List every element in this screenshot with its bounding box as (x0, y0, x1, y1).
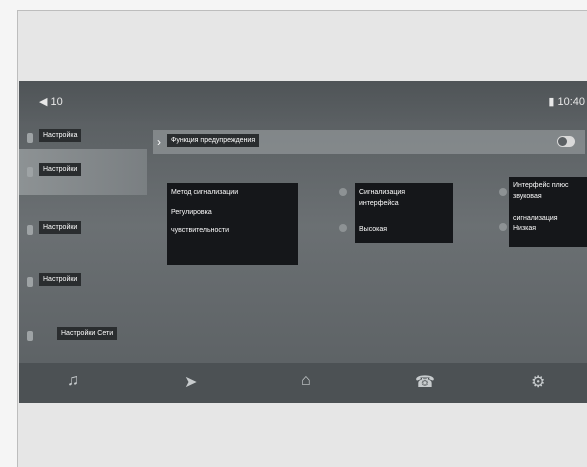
content-panel: › Функция предупреждения Метод сигнализа… (147, 121, 587, 363)
sidebar-item-settings-3[interactable]: Настройки (19, 209, 147, 255)
sidebar: Настройка Настройки Настройки Настройки … (19, 121, 147, 363)
sensitivity-label-line2: чувствительности (171, 227, 230, 234)
warning-function-title: Функция предупреждения (167, 134, 260, 147)
home-icon[interactable]: ⌂ (301, 372, 311, 390)
warning-function-toggle[interactable] (557, 136, 575, 147)
phone-icon[interactable]: ☎ (415, 372, 435, 392)
navigation-arrow-icon[interactable]: ➤ (184, 372, 197, 392)
volume-indicator: ◀ 10 (39, 96, 63, 108)
sidebar-item-label: Настройки Сети (57, 327, 118, 340)
wifi-icon (27, 331, 33, 341)
speaker-icon (27, 277, 33, 287)
option-low-line2[interactable]: Низкая (513, 225, 536, 232)
toggle-knob (558, 137, 567, 146)
radio-high[interactable] (339, 224, 347, 232)
chevron-right-icon: › (157, 135, 161, 149)
sidebar-item-settings-4[interactable]: Настройки (19, 261, 147, 307)
sidebar-item-label: Настройки (39, 221, 82, 234)
bars-icon (27, 133, 33, 143)
music-note-icon[interactable]: ♫ (67, 372, 79, 390)
head-unit-screen: ◀ 10 ▮ 10:40 Настройка Настройки Настрой… (19, 81, 587, 403)
status-bar: ◀ 10 ▮ 10:40 (19, 81, 587, 121)
sidebar-item-network-settings[interactable]: Настройки Сети (19, 315, 147, 361)
radio-low[interactable] (499, 223, 507, 231)
option-interface-signaling-line1[interactable]: Сигнализация (359, 189, 405, 196)
clock: ▮ 10:40 (548, 96, 585, 108)
settings-gear-icon[interactable]: ⚙ (531, 372, 545, 392)
sensitivity-label-line1: Регулировка (171, 209, 212, 216)
car-icon (27, 167, 33, 177)
sidebar-item-label: Настройки (39, 273, 82, 286)
sidebar-item-label: Настройки (39, 163, 82, 176)
option-interface-plus-sound-line2[interactable]: звуковая (513, 193, 542, 200)
sidebar-item-settings-2[interactable]: Настройки (19, 149, 147, 195)
options-block-middle: Сигнализация интерфейса Высокая (355, 183, 453, 243)
option-interface-plus-sound-line1[interactable]: Интерфейс плюс (513, 182, 568, 189)
radio-interface-plus-sound[interactable] (499, 188, 507, 196)
radio-interface-signaling[interactable] (339, 188, 347, 196)
warning-function-row[interactable]: › Функция предупреждения (153, 130, 585, 154)
sidebar-item-label: Настройка (39, 129, 82, 142)
option-high[interactable]: Высокая (359, 226, 387, 233)
bottom-navigation-bar: ♫ ➤ ⌂ ☎ ⚙ (19, 363, 587, 403)
signaling-method-label: Метод сигнализации (171, 189, 239, 196)
display-icon (27, 225, 33, 235)
options-block-right: Интерфейс плюс звуковая сигнализация Низ… (509, 177, 587, 247)
setting-labels-block: Метод сигнализации Регулировка чувствите… (167, 183, 298, 265)
option-interface-signaling-line2[interactable]: интерфейса (359, 200, 399, 207)
option-low-line1[interactable]: сигнализация (513, 215, 558, 222)
